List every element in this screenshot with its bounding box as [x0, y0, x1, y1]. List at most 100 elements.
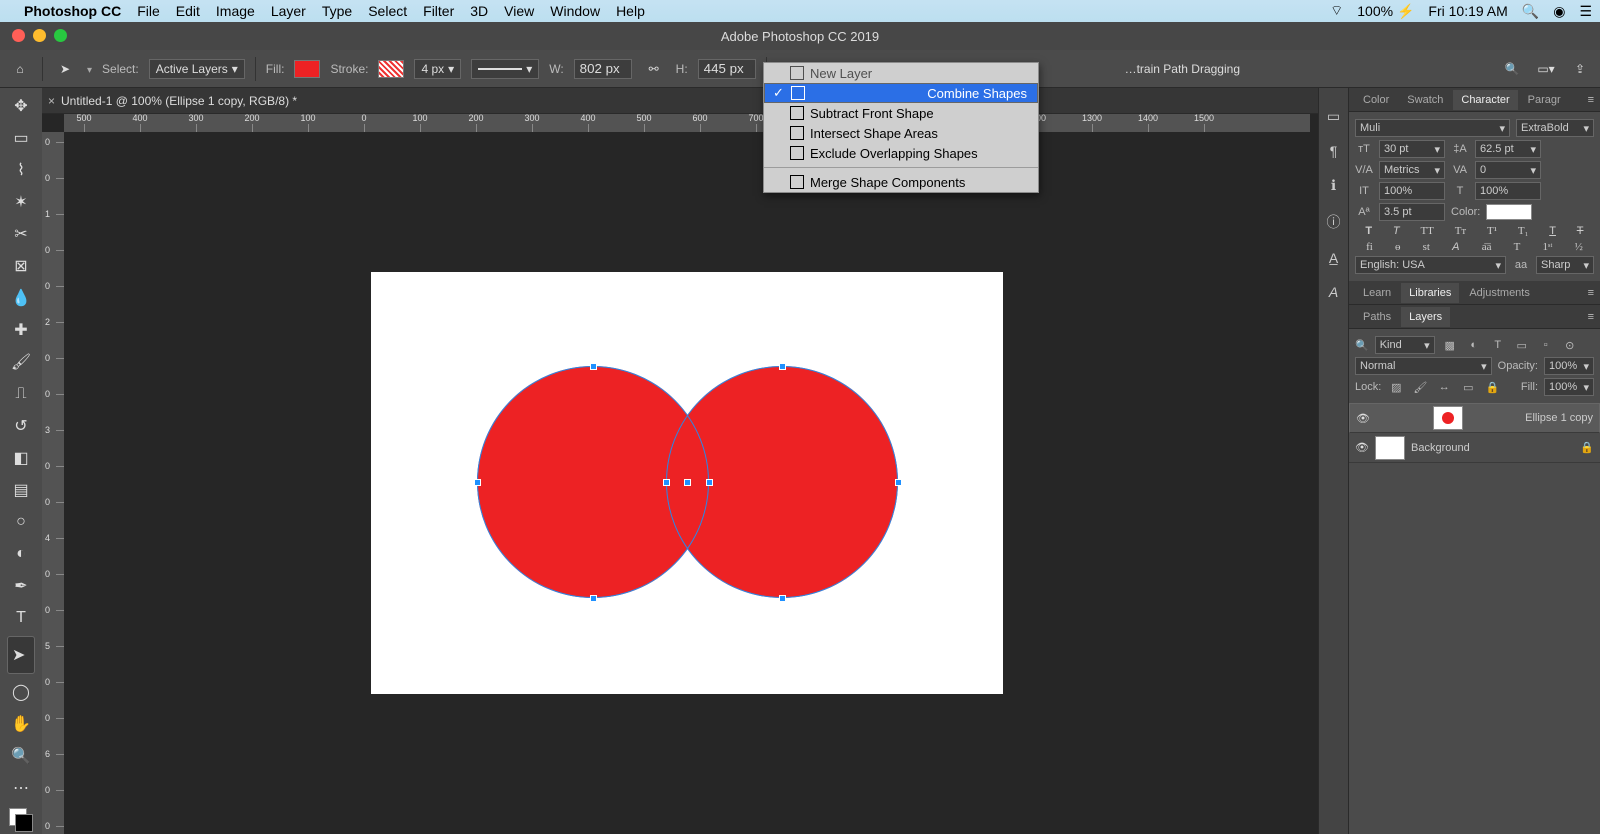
tab-layers[interactable]: Layers — [1401, 307, 1450, 327]
pen-tool[interactable]: ✒ — [7, 572, 35, 600]
quick-select-tool[interactable]: ✶ — [7, 188, 35, 216]
strike-button[interactable]: T — [1577, 225, 1584, 237]
move-tool[interactable]: ✥ — [7, 92, 35, 120]
search-icon[interactable]: 🔍 — [1500, 57, 1524, 81]
selection-handle[interactable] — [684, 479, 691, 486]
tracking-input[interactable]: 0▾ — [1475, 161, 1541, 179]
visibility-icon[interactable]: 👁 — [1355, 441, 1369, 454]
selection-handle[interactable] — [895, 479, 902, 486]
menuitem-exclude[interactable]: Exclude Overlapping Shapes — [764, 143, 1038, 163]
lock-pixel-icon[interactable]: 🖌 — [1411, 381, 1429, 394]
selection-handle[interactable] — [590, 363, 597, 370]
menu-help[interactable]: Help — [616, 3, 645, 19]
contextual-button[interactable]: ɵ — [1395, 241, 1401, 253]
underline-button[interactable]: T — [1549, 225, 1556, 237]
menu-3d[interactable]: 3D — [470, 3, 488, 19]
frame-tool[interactable]: ⊠ — [7, 252, 35, 280]
styles-panel-icon[interactable]: A̲ — [1329, 250, 1338, 266]
blur-tool[interactable]: ○ — [7, 508, 35, 536]
layer-name[interactable]: Background — [1411, 442, 1470, 454]
selection-handle[interactable] — [779, 363, 786, 370]
menu-window[interactable]: Window — [550, 3, 600, 19]
layer-fill-input[interactable]: 100%▾ — [1544, 378, 1594, 396]
tab-close-icon[interactable]: × — [48, 94, 55, 108]
path-select-tool-icon[interactable]: ➤ — [53, 57, 77, 81]
vscale-input[interactable]: 100% — [1379, 182, 1445, 200]
subscript-button[interactable]: T₁ — [1518, 225, 1529, 237]
ligatures-button[interactable]: fi — [1366, 241, 1373, 253]
menuitem-subtract-front[interactable]: Subtract Front Shape — [764, 103, 1038, 123]
select-mode-dropdown[interactable]: Active Layers▾ — [149, 59, 245, 79]
tab-libraries[interactable]: Libraries — [1401, 283, 1459, 303]
lock-all-icon[interactable]: 🔒 — [1483, 381, 1501, 394]
blend-mode-dropdown[interactable]: Normal▾ — [1355, 357, 1492, 375]
tab-swatch[interactable]: Swatch — [1399, 90, 1451, 110]
wifi-icon[interactable]: ⌔ — [1330, 2, 1343, 20]
font-family-dropdown[interactable]: Muli▾ — [1355, 119, 1510, 137]
italic-button[interactable]: T — [1393, 225, 1400, 237]
window-zoom[interactable] — [54, 29, 67, 42]
brush-tool[interactable]: 🖌 — [7, 348, 35, 376]
filter-type-icon[interactable]: T — [1489, 339, 1507, 351]
panel-icon[interactable]: ▭ — [1327, 108, 1340, 125]
history-brush-tool[interactable]: ↺ — [7, 412, 35, 440]
menu-select[interactable]: Select — [368, 3, 407, 19]
panel-menu-icon[interactable]: ≡ — [1588, 311, 1600, 323]
selection-handle[interactable] — [706, 479, 713, 486]
stylistic-button[interactable]: a͞a — [1482, 241, 1492, 253]
lock-trans-icon[interactable]: ▨ — [1387, 381, 1405, 394]
crop-tool[interactable]: ✂ — [7, 220, 35, 248]
language-dropdown[interactable]: English: USA▾ — [1355, 256, 1506, 274]
stroke-swatch[interactable] — [378, 60, 404, 78]
paragraph-panel-icon[interactable]: ¶ — [1330, 143, 1338, 159]
tab-color[interactable]: Color — [1355, 90, 1397, 110]
menu-image[interactable]: Image — [216, 3, 255, 19]
panel-menu-icon[interactable]: ≡ — [1588, 94, 1600, 106]
layer-row[interactable]: 👁 Background 🔒 — [1349, 433, 1600, 463]
siri-icon[interactable]: ◉ — [1553, 3, 1565, 20]
hand-tool[interactable]: ✋ — [7, 710, 35, 738]
lasso-tool[interactable]: ⌇ — [7, 156, 35, 184]
menuitem-intersect[interactable]: Intersect Shape Areas — [764, 123, 1038, 143]
ordinals-button[interactable]: 1ˢᵗ — [1543, 241, 1553, 253]
menu-view[interactable]: View — [504, 3, 534, 19]
spotlight-icon[interactable]: 🔍 — [1522, 3, 1539, 20]
stroke-width-input[interactable]: 4 px▾ — [414, 59, 461, 79]
stamp-tool[interactable]: ⎍ — [7, 380, 35, 408]
marquee-tool[interactable]: ▭ — [7, 124, 35, 152]
home-icon[interactable]: ⌂ — [8, 57, 32, 81]
layer-row[interactable]: 👁 Ellipse 1 copy — [1349, 403, 1600, 433]
baseline-input[interactable]: 3.5 pt — [1379, 203, 1445, 221]
share-icon[interactable]: ⇪ — [1568, 57, 1592, 81]
hscale-input[interactable]: 100% — [1475, 182, 1541, 200]
tab-adjustments[interactable]: Adjustments — [1461, 283, 1538, 303]
tab-paragraph[interactable]: Paragr — [1520, 90, 1569, 110]
layer-opacity-input[interactable]: 100%▾ — [1544, 357, 1594, 375]
zoom-tool[interactable]: 🔍 — [7, 742, 35, 770]
leading-input[interactable]: 62.5 pt▾ — [1475, 140, 1541, 158]
app-name[interactable]: Photoshop CC — [24, 3, 121, 19]
document-tab[interactable]: Untitled-1 @ 100% (Ellipse 1 copy, RGB/8… — [61, 94, 297, 108]
layer-thumbnail[interactable] — [1375, 436, 1405, 460]
tool-preset-dropdown[interactable] — [87, 62, 92, 76]
bold-button[interactable]: T — [1365, 225, 1372, 237]
gradient-tool[interactable]: ▤ — [7, 476, 35, 504]
selection-handle[interactable] — [590, 595, 597, 602]
font-size-input[interactable]: 30 pt▾ — [1379, 140, 1445, 158]
menuitem-merge-components[interactable]: Merge Shape Components — [764, 172, 1038, 192]
tab-character[interactable]: Character — [1453, 90, 1517, 110]
window-close[interactable] — [12, 29, 25, 42]
filter-shape-icon[interactable]: ▭ — [1513, 339, 1531, 352]
eraser-tool[interactable]: ◧ — [7, 444, 35, 472]
fractions-button[interactable]: ½ — [1575, 241, 1583, 253]
smallcaps-button[interactable]: Tᴛ — [1455, 225, 1467, 237]
selection-handle[interactable] — [663, 479, 670, 486]
allcaps-button[interactable]: TT — [1420, 225, 1433, 237]
type-tool[interactable]: T — [7, 604, 35, 632]
font-weight-dropdown[interactable]: ExtraBold▾ — [1516, 119, 1594, 137]
tab-learn[interactable]: Learn — [1355, 283, 1399, 303]
layer-filter-dropdown[interactable]: Kind▾ — [1375, 336, 1435, 354]
menu-icon[interactable]: ☰ — [1579, 3, 1592, 20]
visibility-icon[interactable]: 👁 — [1356, 412, 1370, 425]
lock-art-icon[interactable]: ▭ — [1459, 381, 1477, 394]
